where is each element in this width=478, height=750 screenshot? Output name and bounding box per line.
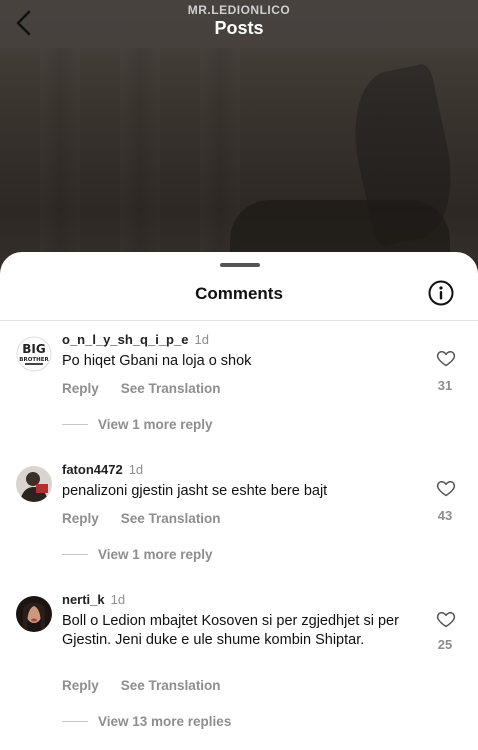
reply-button[interactable]: Reply [62,511,99,526]
like-count: 31 [437,378,453,393]
comment-username[interactable]: faton4472 1d [62,462,143,477]
comment-username[interactable]: nerti_k 1d [62,592,125,607]
see-translation-button[interactable]: See Translation [121,511,221,526]
comment-actions: Reply See Translation [62,678,243,693]
sheet-title: Comments [195,284,283,303]
like-heart-icon[interactable] [436,609,456,629]
comment-actions: Reply See Translation [62,381,243,396]
comment-text: Po hiqet Gbani na loja o shok [62,353,252,369]
header-username: MR.LEDIONLICO [187,3,291,17]
curtain-fold [40,48,80,278]
username-text[interactable]: faton4472 [62,462,123,477]
view-more-replies-label[interactable]: View 1 more reply [98,417,213,432]
info-icon[interactable] [428,280,454,306]
view-more-replies[interactable]: View 13 more replies [62,714,231,729]
avatar[interactable] [16,596,52,632]
curtain-fold [120,48,160,278]
big-brother-logo-icon: BIG BROTHER [16,336,52,372]
drag-handle[interactable] [220,263,260,267]
reply-line [62,554,88,555]
view-more-replies[interactable]: View 1 more reply [62,417,213,432]
comment-text: Boll o Ledion mbajtet Kosoven si per zgj… [62,613,399,648]
like-heart-icon[interactable] [436,478,456,498]
username-text[interactable]: o_n_l_y_sh_q_i_p_e [62,332,188,347]
comment-time: 1d [194,332,209,347]
avatar[interactable]: BIG BROTHER [16,336,52,372]
user-avatar-icon [16,596,52,632]
reply-button[interactable]: Reply [62,678,99,693]
header-divider [0,320,478,321]
like-count: 43 [437,508,453,523]
view-more-replies[interactable]: View 1 more reply [62,547,213,562]
comment-actions: Reply See Translation [62,511,243,526]
page-title: Posts [214,18,264,38]
like-count: 25 [437,637,453,652]
user-avatar-icon [16,466,52,502]
comment-time: 1d [128,462,144,477]
svg-text:BIG: BIG [22,342,45,356]
reply-button[interactable]: Reply [62,381,99,396]
comment-time: 1d [110,592,126,607]
comments-sheet: Comments BIG BROTHER o_n_l_y_sh_q_i_p_e 1… [0,252,478,750]
top-header: MR.LEDIONLICO Posts [0,0,478,48]
username-text[interactable]: nerti_k [62,592,105,607]
view-more-replies-label[interactable]: View 1 more reply [98,547,213,562]
view-more-replies-label[interactable]: View 13 more replies [98,714,231,729]
like-heart-icon[interactable] [436,348,456,368]
comment-text: penalizoni gjestin jasht se eshte bere b… [62,483,328,499]
see-translation-button[interactable]: See Translation [121,381,221,396]
svg-text:BROTHER: BROTHER [19,357,49,363]
reply-line [62,721,88,722]
see-translation-button[interactable]: See Translation [121,678,221,693]
avatar[interactable] [16,466,52,502]
comment-username[interactable]: o_n_l_y_sh_q_i_p_e 1d [62,332,209,347]
reply-line [62,424,88,425]
